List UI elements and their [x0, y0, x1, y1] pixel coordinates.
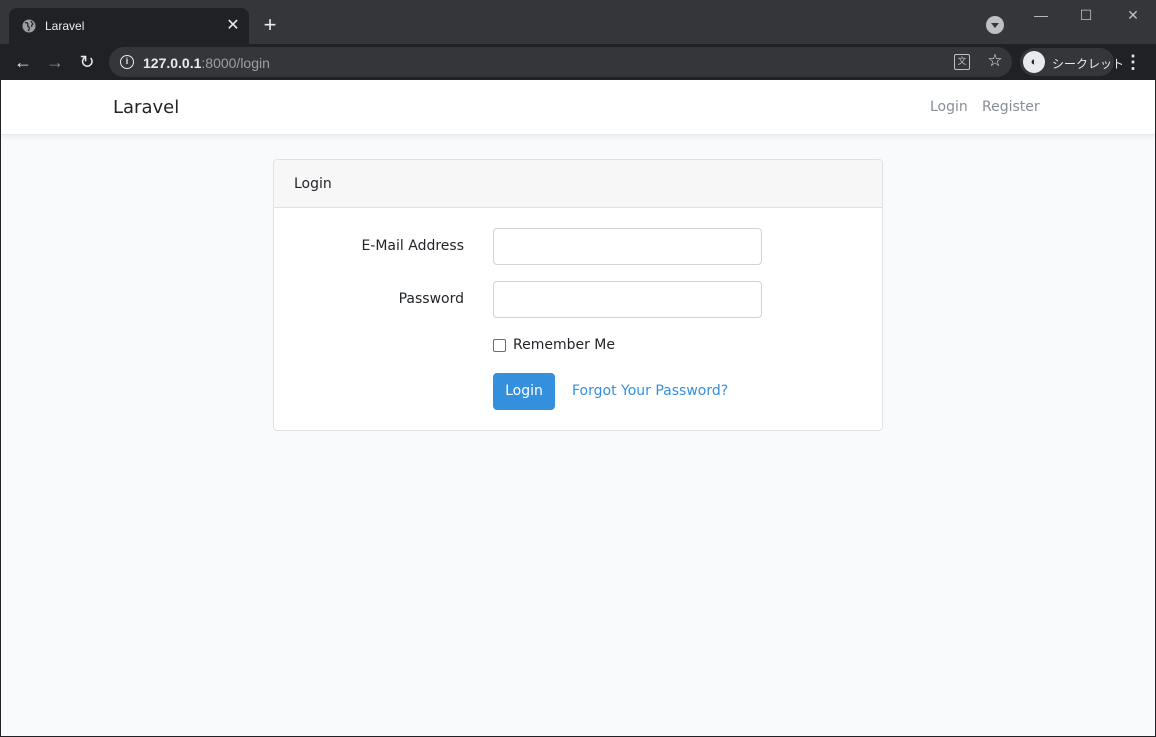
forgot-password-link[interactable]: Forgot Your Password? — [572, 383, 728, 399]
arrow-right-icon[interactable]: → — [42, 49, 68, 75]
globe-icon — [22, 19, 36, 33]
brand-link[interactable]: Laravel — [113, 97, 179, 118]
window-close-icon[interactable]: ✕ — [1110, 0, 1156, 30]
url-text[interactable]: 127.0.0.1:8000/login — [143, 55, 270, 71]
tab-search-icon[interactable] — [986, 16, 1004, 34]
login-submit-button[interactable]: Login — [493, 373, 555, 410]
close-icon[interactable]: ✕ — [223, 16, 243, 36]
nav-login-link[interactable]: Login — [930, 99, 968, 115]
incognito-label: シークレット — [1052, 57, 1125, 71]
tab-title: Laravel — [45, 19, 85, 33]
minimize-icon[interactable]: — — [1018, 0, 1064, 30]
card-title: Login — [294, 176, 332, 192]
remember-me-checkbox[interactable] — [493, 339, 506, 352]
url-host: 127.0.0.1 — [143, 55, 202, 71]
maximize-icon[interactable]: ☐ — [1063, 0, 1109, 30]
browser-titlebar: Laravel ✕ + — ☐ ✕ — [0, 0, 1156, 44]
info-icon[interactable]: i — [120, 55, 134, 69]
password-label: Password — [398, 291, 464, 307]
arrow-left-icon[interactable]: ← — [10, 49, 36, 75]
incognito-icon: ◐ — [1023, 51, 1045, 73]
browser-toolbar: ← → ↻ i 127.0.0.1:8000/login 文 ☆ ◐ シークレッ… — [0, 44, 1156, 80]
translate-icon[interactable]: 文 — [954, 54, 970, 70]
plus-icon[interactable]: + — [258, 13, 282, 37]
email-label: E-Mail Address — [361, 238, 464, 254]
email-field[interactable] — [493, 228, 762, 265]
kebab-menu-icon[interactable]: ⋮ — [1122, 50, 1144, 74]
remember-me-label[interactable]: Remember Me — [513, 337, 615, 353]
browser-tab[interactable]: Laravel ✕ — [9, 8, 249, 44]
incognito-profile-button[interactable]: ◐ シークレット — [1020, 48, 1124, 76]
reload-icon[interactable]: ↻ — [74, 49, 100, 75]
login-card: Login E-Mail Address Password Remember M… — [273, 159, 883, 431]
url-path: :8000/login — [201, 55, 270, 71]
card-header: Login — [274, 160, 882, 208]
star-icon[interactable]: ☆ — [985, 51, 1005, 71]
nav-register-link[interactable]: Register — [982, 99, 1040, 115]
address-bar[interactable]: i 127.0.0.1:8000/login 文 ☆ — [109, 47, 1012, 77]
password-field[interactable] — [493, 281, 762, 318]
page-viewport: Laravel Login Register Login E-Mail Addr… — [1, 80, 1155, 736]
site-navbar: Laravel Login Register — [1, 80, 1155, 135]
